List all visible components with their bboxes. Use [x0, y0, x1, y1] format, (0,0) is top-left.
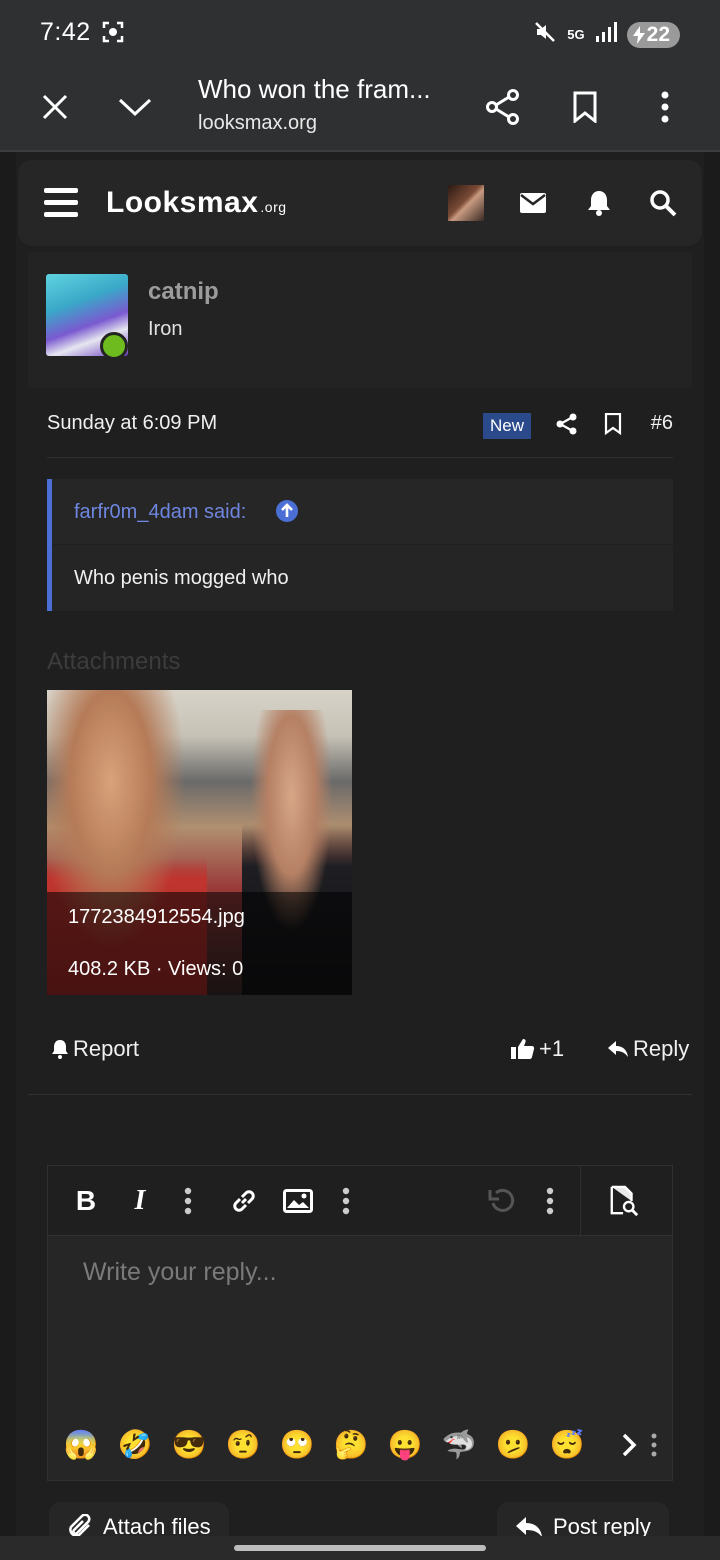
- thumbs-up-icon: [511, 1039, 535, 1059]
- post-date[interactable]: Sunday at 6:09 PM: [47, 412, 217, 435]
- quote-author[interactable]: farfr0m_4dam said:: [74, 501, 246, 524]
- more-insert-options-icon[interactable]: [330, 1184, 362, 1218]
- post-actions: Report +1 Reply: [47, 1032, 689, 1072]
- quote-block: farfr0m_4dam said: Who penis mogged who: [47, 479, 673, 611]
- paperclip-icon: [69, 1514, 91, 1536]
- report-button[interactable]: Report: [51, 1036, 139, 1062]
- emoji-worried[interactable]: 🫤: [494, 1426, 532, 1464]
- search-icon[interactable]: [648, 188, 678, 218]
- emoji-tongue[interactable]: 😛: [386, 1426, 424, 1464]
- battery-indicator: 22: [626, 21, 680, 48]
- menu-icon[interactable]: [44, 188, 78, 218]
- online-status-icon: [100, 332, 128, 360]
- signal-icon: [595, 21, 617, 48]
- status-time: 7:42: [40, 18, 91, 46]
- like-count: +1: [539, 1036, 565, 1061]
- post-meta: Sunday at 6:09 PM New #6: [47, 408, 673, 458]
- emoji-shark[interactable]: 🦈: [440, 1426, 478, 1464]
- web-page: Looksmax .org catnip Iron Sunday at 6:09 …: [0, 152, 720, 1536]
- mute-icon: [533, 20, 557, 49]
- reply-icon: [516, 1517, 542, 1536]
- more-editor-options-icon[interactable]: [534, 1184, 566, 1218]
- emoji-eye-roll[interactable]: 🙄: [278, 1426, 316, 1464]
- reply-editor: B I Write your reply... 😱 🤣 😎 🤨 🙄 🤔 😛 🦈 …: [47, 1165, 673, 1481]
- editor-toolbar: B I: [48, 1166, 672, 1236]
- report-label: Report: [73, 1036, 140, 1061]
- account-avatar[interactable]: [448, 185, 484, 221]
- share-post-icon[interactable]: [555, 412, 579, 436]
- emoji-cool[interactable]: 😎: [170, 1426, 208, 1464]
- quote-header: farfr0m_4dam said:: [52, 479, 673, 545]
- more-text-options-icon[interactable]: [172, 1184, 204, 1218]
- attachment-filename[interactable]: 1772384912554.jpg: [68, 906, 245, 929]
- mail-icon[interactable]: [518, 188, 548, 218]
- reply-icon: [608, 1041, 628, 1057]
- chevron-down-icon[interactable]: [110, 82, 160, 132]
- status-bar: 7:42 5G 22: [0, 0, 720, 64]
- site-logo[interactable]: Looksmax .org: [106, 186, 287, 220]
- image-icon[interactable]: [282, 1184, 314, 1218]
- logo-text: Looksmax: [106, 186, 259, 219]
- share-icon[interactable]: [478, 82, 528, 132]
- bold-icon[interactable]: B: [70, 1184, 102, 1218]
- bell-icon: [52, 1040, 68, 1059]
- post-number[interactable]: #6: [651, 412, 673, 435]
- close-icon[interactable]: [30, 82, 80, 132]
- notifications-bell-icon[interactable]: [584, 188, 614, 218]
- italic-icon[interactable]: I: [124, 1184, 156, 1218]
- preview-icon[interactable]: [608, 1184, 640, 1218]
- network-5g-icon: 5G: [567, 27, 585, 42]
- quote-jump-arrow-icon[interactable]: [275, 499, 299, 523]
- emoji-more-icon[interactable]: [648, 1426, 660, 1464]
- emoji-next-chevron-icon[interactable]: [610, 1426, 648, 1464]
- user-rank: Iron: [148, 318, 183, 340]
- page-title[interactable]: Who won the fram...: [198, 74, 431, 105]
- like-button[interactable]: +1: [511, 1036, 564, 1062]
- divider: [47, 457, 673, 458]
- post-user-block: catnip Iron: [28, 252, 692, 388]
- browser-toolbar: Who won the fram... looksmax.org: [0, 64, 720, 152]
- undo-icon[interactable]: [486, 1184, 518, 1218]
- username[interactable]: catnip: [148, 278, 219, 306]
- attach-files-label: Attach files: [103, 1514, 211, 1536]
- more-options-icon[interactable]: [640, 82, 690, 132]
- attachments-title: Attachments: [47, 648, 181, 675]
- attachment-meta: 408.2 KB · Views: 0: [68, 958, 244, 980]
- emoji-thinking[interactable]: 🤔: [332, 1426, 370, 1464]
- page-url[interactable]: looksmax.org: [198, 112, 317, 135]
- quote-text: Who penis mogged who: [74, 567, 289, 589]
- home-gesture-handle[interactable]: [234, 1545, 486, 1551]
- emoji-scream[interactable]: 😱: [62, 1426, 100, 1464]
- emoji-sleeping[interactable]: 😴: [548, 1426, 586, 1464]
- new-badge: New: [483, 413, 532, 439]
- post-reply-label: Post reply: [553, 1514, 651, 1536]
- link-icon[interactable]: [228, 1184, 260, 1218]
- reply-label: Reply: [633, 1036, 690, 1061]
- reply-button[interactable]: Reply: [607, 1036, 689, 1062]
- emoji-rofl[interactable]: 🤣: [116, 1426, 154, 1464]
- reply-textarea[interactable]: Write your reply...: [83, 1258, 277, 1287]
- emoji-raised-eyebrow[interactable]: 🤨: [224, 1426, 262, 1464]
- logo-suffix: .org: [260, 199, 287, 215]
- battery-level: 22: [646, 22, 670, 46]
- toolbar-separator: [580, 1166, 581, 1236]
- system-nav-bar: [0, 1536, 720, 1560]
- divider: [28, 1094, 692, 1095]
- emoji-bar: 😱 🤣 😎 🤨 🙄 🤔 😛 🦈 🫤 😴: [56, 1426, 666, 1466]
- bookmark-post-icon[interactable]: [601, 412, 625, 436]
- attach-files-button[interactable]: Attach files: [49, 1502, 229, 1536]
- screen-record-icon: [102, 21, 124, 48]
- site-header: Looksmax .org: [18, 160, 702, 246]
- attachment-thumbnail[interactable]: 1772384912554.jpg 408.2 KB · Views: 0: [47, 690, 352, 995]
- bookmark-icon[interactable]: [560, 82, 610, 132]
- post-reply-button[interactable]: Post reply: [497, 1502, 669, 1536]
